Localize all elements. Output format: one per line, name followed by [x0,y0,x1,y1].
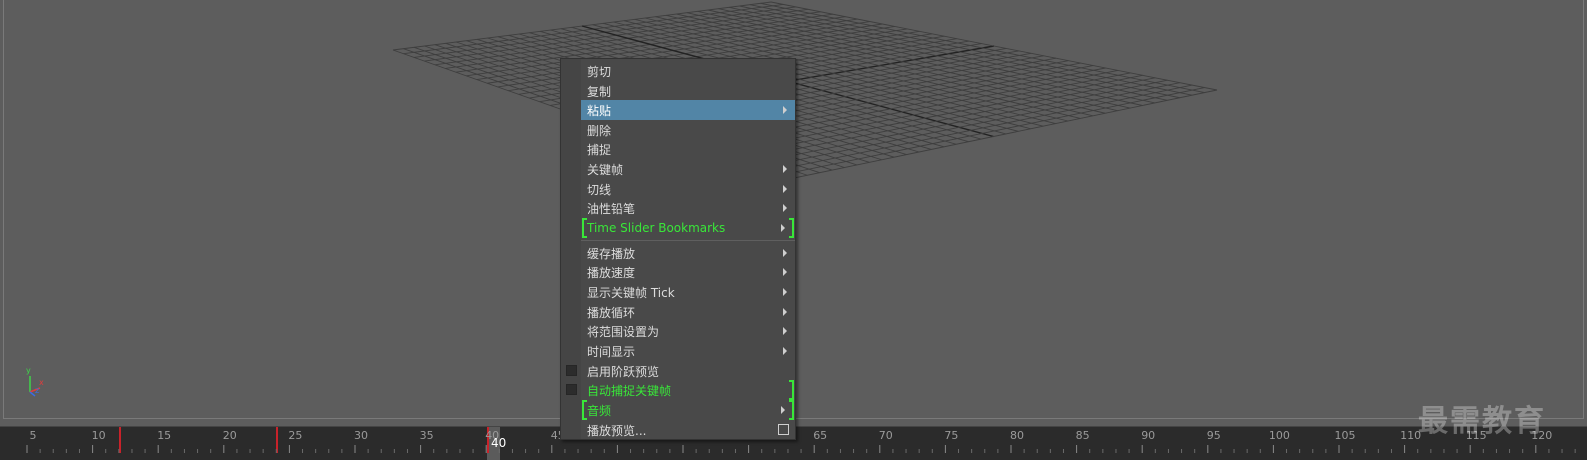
tick-label: 10 [91,429,106,442]
menu-item-label: 播放循环 [587,305,636,320]
submenu-arrow-icon [783,185,787,193]
axis-x-label: x [39,378,44,387]
tick-label: 75 [944,429,959,442]
menu-item-audio[interactable]: 音频 [581,400,795,420]
menu-item-playblast[interactable]: 播放预览... [581,420,795,440]
tick-label: 5 [29,429,37,442]
submenu-arrow-icon [783,268,787,276]
tick-label: 100 [1268,429,1290,442]
menu-item-label: 启用阶跃预览 [587,364,660,379]
submenu-arrow-icon [783,347,787,355]
menu-item-set-range-to[interactable]: 将范围设置为 [581,321,795,341]
option-box-icon[interactable] [778,424,789,435]
plugin-bracket-right [789,380,794,400]
submenu-arrow-icon [781,224,785,232]
watermark-logo: 最需教育 [1418,404,1546,439]
current-frame-readout: 40 [491,436,507,450]
tick-label: 80 [1010,429,1024,442]
tick-label: 20 [222,429,237,442]
menu-item-keys[interactable]: 关键帧 [581,159,795,179]
submenu-arrow-icon [783,165,787,173]
menu-item-label: 删除 [587,123,612,138]
menu-item-show-key-ticks[interactable]: 显示关键帧 Tick [581,282,795,302]
menu-item-label: 播放预览... [587,423,647,438]
tick-label: 65 [813,429,828,442]
enable-stepped-preview-checkbox[interactable] [566,365,577,376]
submenu-arrow-icon [783,288,787,296]
menu-item-label: 油性铅笔 [587,201,636,216]
tick-label: 30 [354,429,368,442]
axis-z-label: z [35,386,40,395]
time-slider-context-menu: 剪切 复制 粘贴 删除 捕捉 关键帧 切线 油性铅笔 Time Slider B… [560,58,796,440]
menu-item-label: 剪切 [587,64,612,79]
menu-item-copy[interactable]: 复制 [581,81,795,101]
menu-item-label: 自动捕捉关键帧 [587,383,672,398]
tick-label: 95 [1206,429,1221,442]
tick-label: 90 [1141,429,1156,442]
menu-item-cached-playback[interactable]: 缓存播放 [581,243,795,263]
menu-item-label: 粘贴 [587,103,612,118]
menu-item-delete[interactable]: 删除 [581,120,795,140]
menu-gutter [561,59,581,439]
submenu-arrow-icon [783,204,787,212]
menu-item-paste[interactable]: 粘贴 [581,100,795,120]
submenu-arrow-icon [783,308,787,316]
tick-label: 35 [419,429,434,442]
menu-item-label: 显示关键帧 Tick [587,285,675,300]
plugin-bracket-left [582,400,587,420]
submenu-arrow-icon [783,106,787,114]
maya-window: y x z 5101520253035404550556065707580859… [0,0,1587,460]
menu-item-label: 切线 [587,182,612,197]
menu-item-cut[interactable]: 剪切 [581,61,795,81]
menu-item-label: 捕捉 [587,142,612,157]
menu-separator [581,240,795,241]
menu-item-label: 时间显示 [587,344,636,359]
axis-gizmo: y x z [22,366,52,400]
plugin-bracket-left [582,218,587,238]
tick-label: 85 [1075,429,1090,442]
menu-item-time-slider-bookmarks[interactable]: Time Slider Bookmarks [581,218,795,238]
tick-label: 25 [288,429,303,442]
submenu-arrow-icon [781,406,785,414]
auto-snap-keys-checkbox[interactable] [566,384,577,395]
tick-label: 105 [1334,429,1356,442]
menu-item-label: Time Slider Bookmarks [587,221,726,235]
menu-item-label: 播放速度 [587,265,636,280]
axis-y-label: y [26,366,31,375]
menu-item-time-display[interactable]: 时间显示 [581,341,795,361]
menu-item-label: 关键帧 [587,162,624,177]
menu-item-enable-stepped-preview[interactable]: 启用阶跃预览 [581,361,795,381]
menu-item-label: 复制 [587,84,612,99]
menu-item-playback-looping[interactable]: 播放循环 [581,302,795,322]
menu-item-label: 缓存播放 [587,246,636,261]
submenu-arrow-icon [783,249,787,257]
plugin-bracket-right [789,218,794,238]
menu-item-tangents[interactable]: 切线 [581,179,795,199]
menu-item-auto-snap-keys[interactable]: 自动捕捉关键帧 [581,380,795,400]
menu-item-playback-speed[interactable]: 播放速度 [581,262,795,282]
menu-item-label: 将范围设置为 [587,324,660,339]
menu-item-grease-pencil[interactable]: 油性铅笔 [581,198,795,218]
tick-label: 15 [157,429,172,442]
submenu-arrow-icon [783,327,787,335]
tick-label: 70 [878,429,893,442]
plugin-bracket-right [789,400,794,420]
menu-item-snap[interactable]: 捕捉 [581,139,795,159]
